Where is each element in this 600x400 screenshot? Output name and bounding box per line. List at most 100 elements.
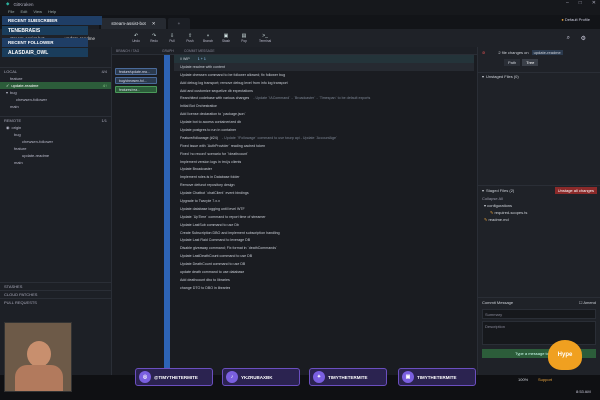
menu-help[interactable]: Help [48,9,56,14]
stashes-section-header[interactable]: STASHES [0,282,111,290]
support-link[interactable]: Support [538,377,552,382]
path-view-button[interactable]: Path [504,59,521,66]
folder-configurations[interactable]: ▾ configurations [478,203,600,208]
table-row[interactable]: Update database logging until level WTF [174,205,474,213]
close-icon[interactable]: ✕ [152,21,156,27]
tab-stream-assist-bot[interactable]: stream-assist-bot ✕ [101,18,166,29]
search-icon[interactable]: ⌕ [567,35,570,42]
collapse-all-link[interactable]: Collapse All [478,196,600,201]
table-row[interactable]: Initial Bot Orchestration [174,102,474,110]
branch-tag-feature[interactable]: feature/update-rea... [115,68,157,75]
table-row[interactable]: Upgrade to Twurple 7.x.x [174,197,474,205]
local-section-header[interactable]: LOCAL 4/4 [0,67,111,75]
table-row[interactable]: Fixed 'no record' scenario for `!deathco… [174,150,474,158]
sidebar-item-remote-update-readme[interactable]: update-readme [0,152,111,159]
branch-label: main [10,104,19,109]
terminal-button[interactable]: >_ Terminal [255,33,275,43]
sidebar-item-update-readme[interactable]: ✓ update-readme 4↑ [0,82,111,89]
redo-button[interactable]: ↷ Redo [147,33,161,43]
pull-requests-section-header[interactable]: PULL REQUESTS [0,298,111,306]
table-row[interactable]: Update LastSub command to use Db [174,221,474,229]
new-tab-button[interactable]: + [167,18,191,29]
commit-message: Rearchitect codebase with various change… [180,96,250,101]
staged-label: Staged Files (2) [486,187,515,193]
push-button[interactable]: ⇧ Push [183,33,197,43]
branch-button[interactable]: ⑂ Branch [201,33,215,43]
overlay-text: TENEBRAEIS [8,27,41,34]
amend-toggle[interactable]: ☐ Amend [579,300,596,305]
table-row[interactable]: Update `UpTime` command to report time o… [174,213,474,221]
sidebar-item-bug[interactable]: ▾ bug [0,89,111,96]
menu-file[interactable]: File [8,9,14,14]
branch-tag-bug[interactable]: bug/chewsen-fol... [115,77,157,84]
table-row[interactable]: change DTO to DBO in libraries [174,284,474,292]
table-row[interactable]: Update bot to access containerized db [174,118,474,126]
table-row[interactable]: Update chewsen command to be follower al… [174,71,474,79]
table-row[interactable]: Fixed issue with `AuthProvider` reading … [174,142,474,150]
wip-row[interactable]: // WIP 1 + 1 [174,55,474,63]
minimize-icon[interactable]: – [566,0,569,6]
clock: 8:53 AM [576,389,591,394]
stash-button[interactable]: ▣ Stash [219,33,233,43]
terminal-label: Terminal [259,39,272,43]
table-row[interactable]: Add deathcount dbo to libraries [174,276,474,284]
table-row[interactable]: Update Broadcaster [174,165,474,173]
table-row[interactable]: Update Last Raid Command to leverage DB [174,236,474,244]
maximize-icon[interactable]: □ [579,0,582,6]
overlay-follower-heading: RECENT FOLLOWER [2,38,88,47]
description-input[interactable]: Description [482,321,596,345]
table-row[interactable]: update death command to use database [174,268,474,276]
tree-view-button[interactable]: Tree [522,59,539,66]
folder-label: feature [14,146,27,151]
sidebar-item-remote-chewsen[interactable]: chewsen-follower [0,138,111,145]
table-row[interactable]: Disable giveaway command; Fix format in … [174,244,474,252]
table-row[interactable]: Add and customize sequelize db expectati… [174,87,474,95]
table-row[interactable]: Implement roles.ts in Database folder [174,173,474,181]
sidebar-item-chewsen-follower[interactable]: chewsen-follower [0,96,111,103]
undo-button[interactable]: ↶ Undo [129,33,143,43]
remote-section-header[interactable]: REMOTE 1/1 [0,116,111,124]
staged-files-header[interactable]: ▾ Staged Files (2) Unstage all changes [478,185,600,194]
table-row[interactable]: Remove defunct repository design [174,181,474,189]
sidebar-item-remote-bug[interactable]: bug [0,131,111,138]
sidebar-item-remote-main[interactable]: main [0,159,111,166]
changes-header: ⊘ 2 file changes on update-readme [478,47,600,57]
folder-label: bug [14,132,21,137]
sidebar-item-remote-feature[interactable]: feature [0,145,111,152]
branch-label: chewsen-follower [22,139,53,144]
staged-file-row[interactable]: ✎ required-scopes.ts [478,210,600,215]
branch-tag-current[interactable]: features/rea... [115,86,157,93]
commit-message: update death command to use database [180,269,245,274]
table-row[interactable]: Update DeathCount command to use DB [174,260,474,268]
table-row[interactable]: Update LastDeathCount command to use DB [174,252,474,260]
profile-selector[interactable]: ● Default Profile [561,17,590,22]
tag-label: feature/update-rea... [119,69,150,74]
unstage-all-button[interactable]: Unstage all changes [554,186,597,194]
pop-button[interactable]: ▤ Pop [237,33,251,43]
menu-view[interactable]: View [33,9,42,14]
table-row[interactable]: Update readme with content [174,62,474,71]
table-row[interactable]: Add debug log transport; remove debug le… [174,79,474,87]
sidebar-item-main[interactable]: main [0,103,111,110]
sidebar-item-feature[interactable]: feature [0,75,111,82]
close-icon[interactable]: ✕ [592,0,596,6]
summary-input[interactable]: Summary [482,309,596,319]
cloud-patches-section-header[interactable]: CLOUD PATCHES [0,290,111,298]
table-row[interactable]: Rearchitect codebase with various change… [174,94,474,102]
commit-message: Update database logging until level WTF [180,206,245,211]
menu-edit[interactable]: Edit [20,9,27,14]
unstaged-files-header[interactable]: ▾ Unstaged Files (0) [478,72,600,80]
staged-file-row[interactable]: ✎ readme.md [478,217,600,222]
table-row[interactable]: Create Subscription DBO and implement su… [174,229,474,237]
table-row[interactable]: Update postgres to run in container [174,126,474,134]
table-row[interactable]: Add license declaration to `package.json… [174,110,474,118]
table-row[interactable]: Feature/followage (#24) - Update `!Follow… [174,134,474,142]
sidebar-item-origin[interactable]: ◉ origin [0,124,111,131]
table-row[interactable]: Update Chatbot `chatClient` event bindin… [174,189,474,197]
gear-icon[interactable]: ⚙ [581,35,586,42]
overlay-text: RECENT FOLLOWER [8,40,54,45]
pull-button[interactable]: ⇩ Pull [165,33,179,43]
zoom-level[interactable]: 100% [518,377,528,382]
table-row[interactable]: Implement version logs in tmi.js clients [174,158,474,166]
discard-icon[interactable]: ⊘ [482,50,485,55]
